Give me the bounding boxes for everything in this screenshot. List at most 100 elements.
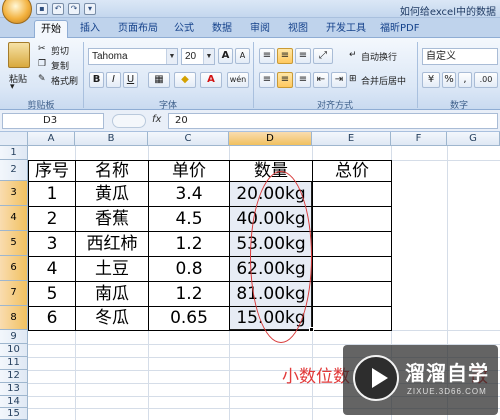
format-painter-button[interactable]: 格式刷 [51,74,78,87]
row-header[interactable]: 9 [0,330,28,344]
column-header-d[interactable]: D [229,132,312,146]
cell-price[interactable]: 1.2 [149,282,229,306]
cell-price[interactable]: 4.5 [149,207,229,231]
align-left-icon[interactable]: ≡ [259,72,275,88]
select-all-button[interactable] [0,132,28,146]
tab-formulas[interactable]: 公式 [168,20,200,38]
paste-icon[interactable] [8,42,30,68]
tab-data[interactable]: 数据 [206,20,238,38]
column-header-f[interactable]: F [391,132,447,146]
tab-foxit-pdf[interactable]: 福昕PDF [374,20,425,38]
wrap-text-button[interactable]: 自动换行 [361,50,397,63]
row-header[interactable]: 3 [0,181,28,206]
font-name-select[interactable]: Tahoma ▼ [88,48,178,65]
align-top-icon[interactable]: ≡ [259,48,275,64]
merge-center-button[interactable]: 合并后居中 [361,74,406,87]
cell-id[interactable]: 6 [29,307,75,330]
cell-name[interactable]: 南瓜 [76,282,148,306]
number-format-value: 自定义 [426,51,456,62]
cell-id[interactable]: 4 [29,257,75,281]
cell-name[interactable]: 西红柿 [76,232,148,256]
header-cell-name[interactable]: 名称 [76,161,148,181]
row-header[interactable]: 6 [0,256,28,281]
shrink-font-button[interactable]: A [235,48,250,64]
save-icon[interactable]: ▪ [36,3,48,15]
cell-id[interactable]: 5 [29,282,75,306]
cell-price[interactable]: 1.2 [149,232,229,256]
increase-indent-icon[interactable]: ⇥ [331,72,347,88]
fill-handle[interactable] [309,327,314,332]
column-header-c[interactable]: C [148,132,229,146]
grow-font-button[interactable]: A [218,48,233,64]
header-cell-id[interactable]: 序号 [29,161,75,181]
font-size-select[interactable]: 20 ▼ [181,48,215,65]
undo-icon[interactable]: ↶ [52,3,64,15]
row-header[interactable]: 2 [0,160,28,181]
formula-input[interactable]: 20 [168,113,498,129]
column-header-e[interactable]: E [312,132,391,146]
align-right-icon[interactable]: ≡ [295,72,311,88]
decrease-decimal-button[interactable]: .00 [474,72,498,88]
cut-button[interactable]: 剪切 [51,44,69,57]
cell-name[interactable]: 黄瓜 [76,182,148,206]
align-bottom-icon[interactable]: ≡ [295,48,311,64]
insert-function-icon[interactable]: fx [152,114,161,125]
column-header-a[interactable]: A [28,132,75,146]
phonetic-button[interactable]: wén [227,72,249,88]
row-header[interactable]: 4 [0,206,28,231]
wrap-text-icon: ↵ [349,50,357,60]
copy-button[interactable]: 复制 [51,59,69,72]
comma-button[interactable]: , [458,72,472,88]
currency-icon[interactable]: ¥ [422,72,440,88]
redo-icon[interactable]: ↷ [68,3,80,15]
row-header[interactable]: 13 [0,383,28,396]
italic-button[interactable]: I [106,72,121,88]
fill-color-button[interactable]: ◆ [174,72,196,88]
row-header[interactable]: 1 [0,146,28,160]
tab-page-layout[interactable]: 页面布局 [112,20,164,38]
paste-dropdown-icon[interactable]: ▾ [10,82,15,92]
play-icon [372,368,388,388]
row-header[interactable]: 10 [0,344,28,357]
cell-name[interactable]: 土豆 [76,257,148,281]
column-header-b[interactable]: B [75,132,148,146]
row-header[interactable]: 14 [0,396,28,408]
header-cell-total[interactable]: 总价 [313,161,391,181]
formula-controls[interactable] [112,114,146,128]
cell-price[interactable]: 0.8 [149,257,229,281]
underline-button[interactable]: U [123,72,138,88]
orientation-icon[interactable]: ⤢ [313,48,333,64]
row-header[interactable]: 12 [0,370,28,383]
cell-id[interactable]: 2 [29,207,75,231]
tab-developer[interactable]: 开发工具 [320,20,372,38]
cell-id[interactable]: 3 [29,232,75,256]
tab-home[interactable]: 开始 [34,20,68,38]
row-header[interactable]: 7 [0,281,28,306]
cell-price[interactable]: 3.4 [149,182,229,206]
align-middle-icon[interactable]: ≡ [277,48,293,64]
bold-button[interactable]: B [89,72,104,88]
row-header[interactable]: 5 [0,231,28,256]
font-color-button[interactable]: A [200,72,222,88]
borders-button[interactable]: ▦ [148,72,170,88]
quick-access-dropdown-icon[interactable]: ▾ [84,3,96,15]
tab-view[interactable]: 视图 [282,20,314,38]
tab-review[interactable]: 审阅 [244,20,276,38]
row-header[interactable]: 15 [0,408,28,420]
column-header-g[interactable]: G [447,132,500,146]
cell-id[interactable]: 1 [29,182,75,206]
decrease-indent-icon[interactable]: ⇤ [313,72,329,88]
caption-text: 小数位数 [282,367,350,387]
cell-name[interactable]: 香蕉 [76,207,148,231]
number-format-select[interactable]: 自定义 [422,48,498,65]
tab-insert[interactable]: 插入 [74,20,106,38]
percent-button[interactable]: % [442,72,456,88]
header-cell-price[interactable]: 单价 [149,161,229,181]
cell-name[interactable]: 冬瓜 [76,307,148,330]
cell-price[interactable]: 0.65 [149,307,229,330]
align-center-icon[interactable]: ≡ [277,72,293,88]
merge-center-icon: ⊞ [349,74,357,84]
row-header[interactable]: 8 [0,306,28,330]
row-header[interactable]: 11 [0,357,28,370]
name-box[interactable]: D3 [2,113,104,129]
